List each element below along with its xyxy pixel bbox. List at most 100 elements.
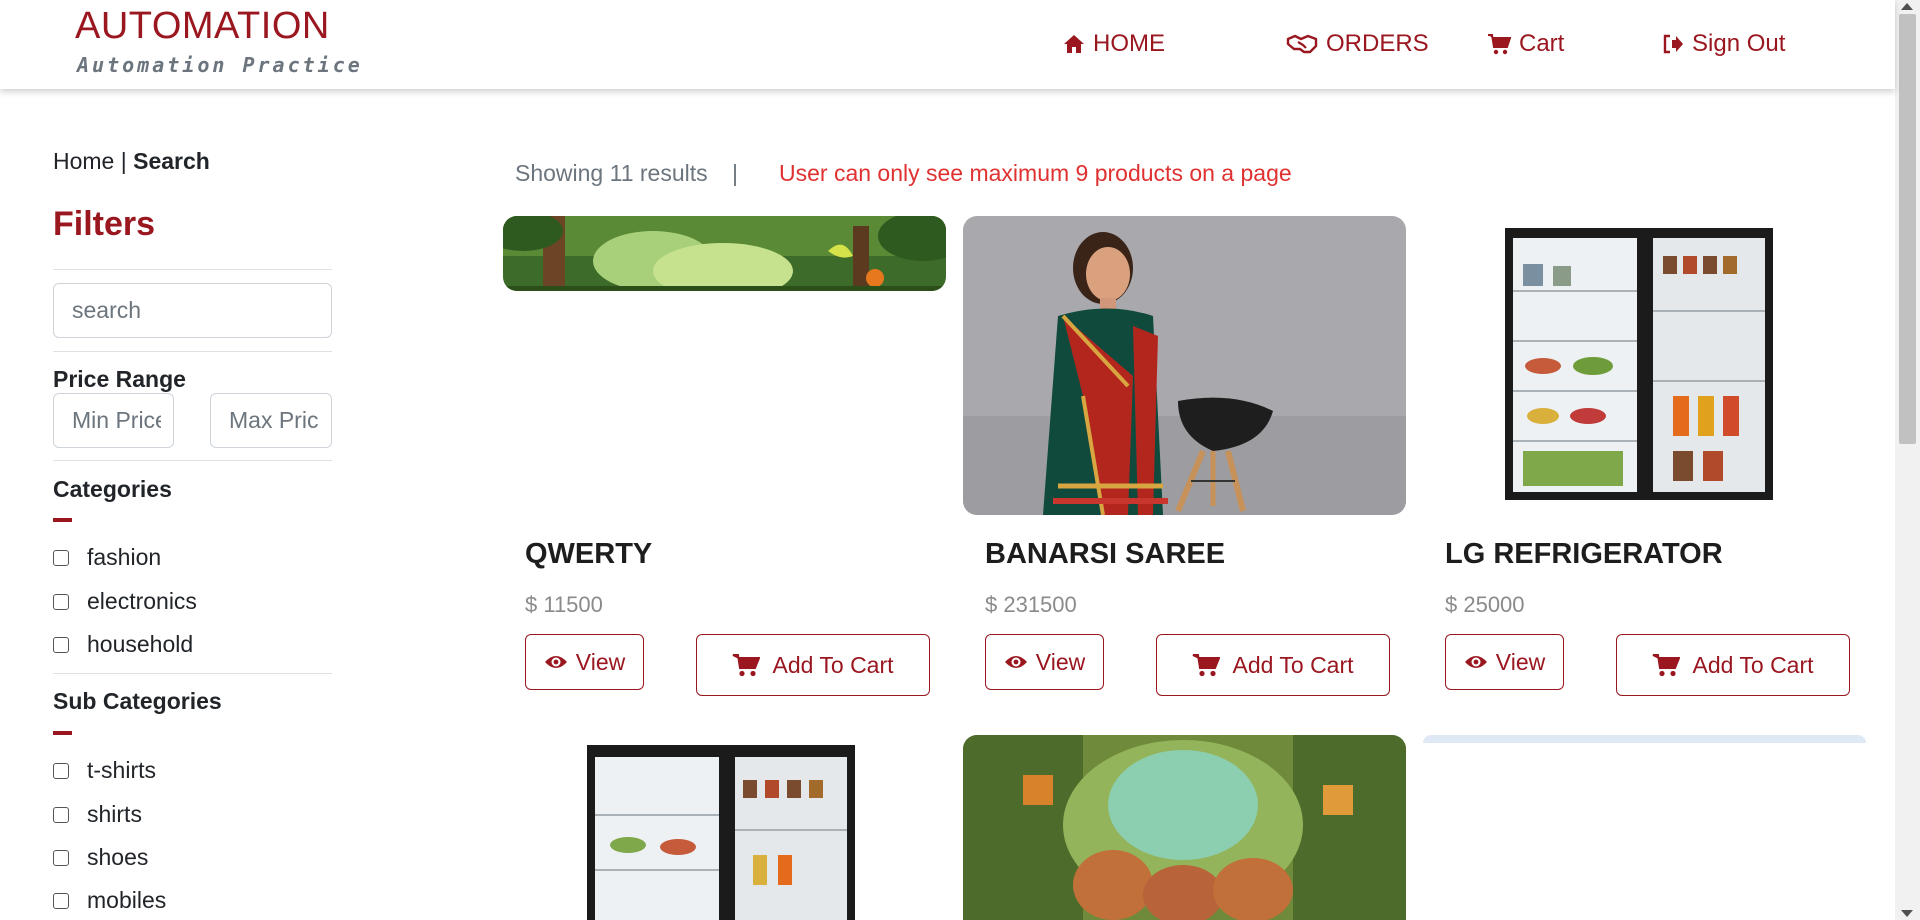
- product-card: [963, 735, 1406, 920]
- pixel-art-image: [963, 735, 1406, 920]
- eye-icon: [1004, 656, 1027, 668]
- jungle-banner-image: [503, 216, 946, 291]
- results-count-text: Showing 11 results: [515, 160, 708, 186]
- mobiles-checkbox[interactable]: [53, 892, 69, 909]
- category-option-label: household: [87, 631, 194, 657]
- brand-subtitle: Automation Practice: [77, 53, 363, 77]
- fashion-checkbox[interactable]: [53, 549, 69, 566]
- refrigerator-image: [503, 735, 946, 920]
- product-image[interactable]: [503, 735, 946, 920]
- search-input[interactable]: [53, 283, 332, 338]
- divider: [53, 351, 332, 352]
- product-price: $ 231500: [985, 592, 1077, 617]
- eye-icon: [1464, 656, 1487, 668]
- category-option-household[interactable]: household: [53, 631, 193, 658]
- nav-home-link[interactable]: HOME: [1063, 28, 1165, 60]
- product-name[interactable]: BANARSI SAREE: [985, 538, 1225, 571]
- sub-category-option-shirts[interactable]: shirts: [53, 801, 142, 828]
- eye-icon: [544, 656, 567, 668]
- divider: [53, 269, 332, 270]
- product-image[interactable]: [503, 216, 946, 291]
- results-separator: |: [732, 160, 738, 186]
- scroll-up-icon[interactable]: [1901, 3, 1913, 10]
- min-price-input[interactable]: [53, 393, 174, 448]
- shoes-checkbox[interactable]: [53, 849, 69, 866]
- page-scrollbar[interactable]: [1895, 0, 1920, 920]
- nav-cart-label: Cart: [1519, 30, 1565, 57]
- refrigerator-image: [1423, 216, 1866, 515]
- breadcrumb-separator: |: [120, 148, 127, 174]
- product-image[interactable]: [963, 735, 1406, 920]
- add-to-cart-button[interactable]: Add To Cart: [1156, 634, 1390, 696]
- add-to-cart-label: Add To Cart: [1232, 651, 1354, 678]
- price-range-label: Price Range: [53, 366, 186, 392]
- view-label: View: [1035, 648, 1086, 675]
- product-image[interactable]: [963, 216, 1406, 515]
- nav-sign-out-link[interactable]: Sign Out: [1662, 28, 1785, 60]
- max-price-input[interactable]: [210, 393, 332, 448]
- scrollbar-thumb[interactable]: [1899, 14, 1916, 444]
- sign-out-icon: [1663, 34, 1683, 54]
- t-shirts-checkbox[interactable]: [53, 762, 69, 779]
- shirts-checkbox[interactable]: [53, 806, 69, 823]
- breadcrumb-current: Search: [133, 148, 210, 174]
- view-label: View: [575, 648, 626, 675]
- add-to-cart-label: Add To Cart: [1692, 651, 1814, 678]
- view-button[interactable]: View: [525, 634, 644, 690]
- category-option-label: fashion: [87, 544, 162, 570]
- add-to-cart-button[interactable]: Add To Cart: [696, 634, 930, 696]
- sub-categories-underline: [53, 731, 72, 735]
- view-label: View: [1495, 648, 1546, 675]
- sub-category-option-label: t-shirts: [87, 757, 156, 783]
- handshake-icon: [1286, 34, 1318, 54]
- divider: [53, 460, 332, 461]
- product-name[interactable]: LG REFRIGERATOR: [1445, 538, 1723, 571]
- product-price: $ 11500: [525, 592, 603, 617]
- breadcrumb-home-link[interactable]: Home: [53, 148, 114, 174]
- divider: [53, 673, 332, 674]
- top-navbar: AUTOMATION Automation Practice HOME ORDE…: [0, 0, 1895, 89]
- sub-category-option-mobiles[interactable]: mobiles: [53, 887, 166, 914]
- filters-title: Filters: [53, 205, 156, 243]
- view-button[interactable]: View: [985, 634, 1104, 690]
- view-button[interactable]: View: [1445, 634, 1564, 690]
- nav-orders-label: ORDERS: [1326, 30, 1429, 57]
- product-card: LG REFRIGERATOR $ 25000 View Add To Cart: [1423, 216, 1866, 698]
- add-to-cart-button[interactable]: Add To Cart: [1616, 634, 1850, 696]
- brand-title[interactable]: AUTOMATION: [75, 5, 330, 48]
- sub-category-option-label: shirts: [87, 801, 142, 827]
- sub-categories-label: Sub Categories: [53, 688, 222, 714]
- cart-icon: [733, 654, 761, 677]
- product-price: $ 25000: [1445, 592, 1525, 617]
- results-count: Showing 11 results |: [515, 160, 738, 187]
- category-option-fashion[interactable]: fashion: [53, 544, 161, 571]
- electronics-checkbox[interactable]: [53, 593, 69, 610]
- add-to-cart-label: Add To Cart: [772, 651, 894, 678]
- product-card: QWERTY $ 11500 View Add To Cart: [503, 216, 946, 698]
- sub-category-option-label: shoes: [87, 844, 149, 870]
- category-option-label: electronics: [87, 588, 197, 614]
- home-icon: [1064, 35, 1084, 53]
- product-image[interactable]: [1423, 216, 1866, 515]
- nav-sign-out-label: Sign Out: [1692, 30, 1786, 57]
- saree-model-image: [963, 216, 1406, 515]
- product-image[interactable]: [1423, 735, 1866, 743]
- categories-underline: [53, 518, 72, 522]
- product-card: BANARSI SAREE $ 231500 View Add To Cart: [963, 216, 1406, 698]
- category-option-electronics[interactable]: electronics: [53, 588, 197, 615]
- product-name[interactable]: QWERTY: [525, 538, 652, 571]
- cart-icon: [1653, 654, 1681, 677]
- sub-category-option-shoes[interactable]: shoes: [53, 844, 148, 871]
- breadcrumb: Home | Search: [53, 148, 210, 175]
- sub-category-option-label: mobiles: [87, 887, 167, 913]
- cart-icon: [1488, 34, 1511, 55]
- household-checkbox[interactable]: [53, 636, 69, 653]
- max-products-notice: User can only see maximum 9 products on …: [779, 160, 1292, 186]
- product-card: [503, 735, 946, 920]
- nav-cart-link[interactable]: Cart: [1487, 28, 1564, 60]
- product-card: [1423, 735, 1866, 920]
- categories-label: Categories: [53, 476, 172, 502]
- scroll-down-icon[interactable]: [1901, 910, 1913, 917]
- nav-orders-link[interactable]: ORDERS: [1286, 28, 1429, 60]
- sub-category-option-t-shirts[interactable]: t-shirts: [53, 757, 156, 784]
